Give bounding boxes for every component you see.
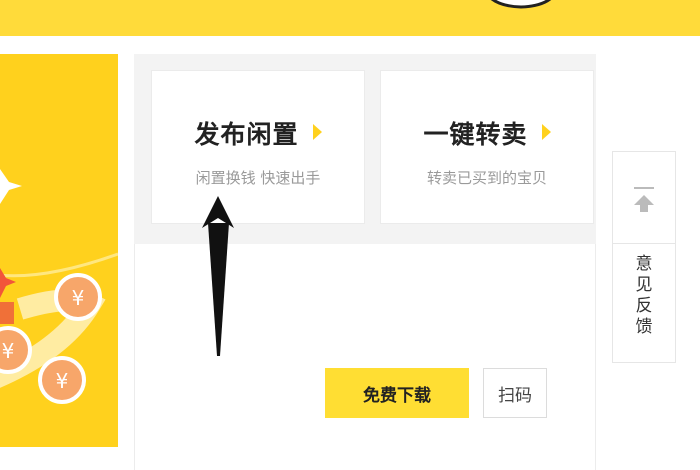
publish-idle-card[interactable]: 发布闲置 闲置换钱 快速出手	[151, 70, 365, 224]
svg-text:¥: ¥	[2, 339, 15, 363]
svg-text:¥: ¥	[56, 369, 69, 393]
scan-code-button[interactable]: 扫码	[483, 368, 547, 418]
card-subtitle: 闲置换钱 快速出手	[195, 169, 321, 187]
svg-text:¥: ¥	[72, 286, 85, 310]
feedback-char: 见	[635, 275, 653, 295]
free-download-button[interactable]: 免费下载	[325, 368, 469, 418]
card-title: 一键转卖	[381, 115, 593, 151]
top-header-bar	[0, 0, 700, 36]
promo-banner[interactable]: ¥ ¥ ¥	[0, 54, 118, 447]
floating-sidebar: 意 见 反 馈	[612, 151, 676, 363]
pointer-arrow-icon	[202, 196, 234, 356]
coin-icon: ¥	[0, 326, 32, 374]
feedback-char: 馈	[635, 317, 653, 337]
chevron-right-icon	[541, 124, 551, 140]
coin-icon: ¥	[54, 273, 102, 321]
chevron-right-icon	[312, 124, 322, 140]
banner-illustration: ¥ ¥ ¥	[0, 169, 118, 404]
card-title: 发布闲置	[152, 115, 364, 151]
back-to-top-button[interactable]	[613, 152, 675, 244]
one-click-resell-card[interactable]: 一键转卖 转卖已买到的宝贝	[380, 70, 594, 224]
card-subtitle: 转卖已买到的宝贝	[426, 169, 547, 187]
feedback-char: 意	[635, 254, 653, 274]
feedback-char: 反	[635, 296, 653, 316]
feedback-button[interactable]: 意 见 反 馈	[613, 248, 675, 360]
coin-icon: ¥	[38, 356, 86, 404]
back-to-top-icon	[634, 187, 654, 212]
mascot-face-icon	[491, 0, 551, 9]
